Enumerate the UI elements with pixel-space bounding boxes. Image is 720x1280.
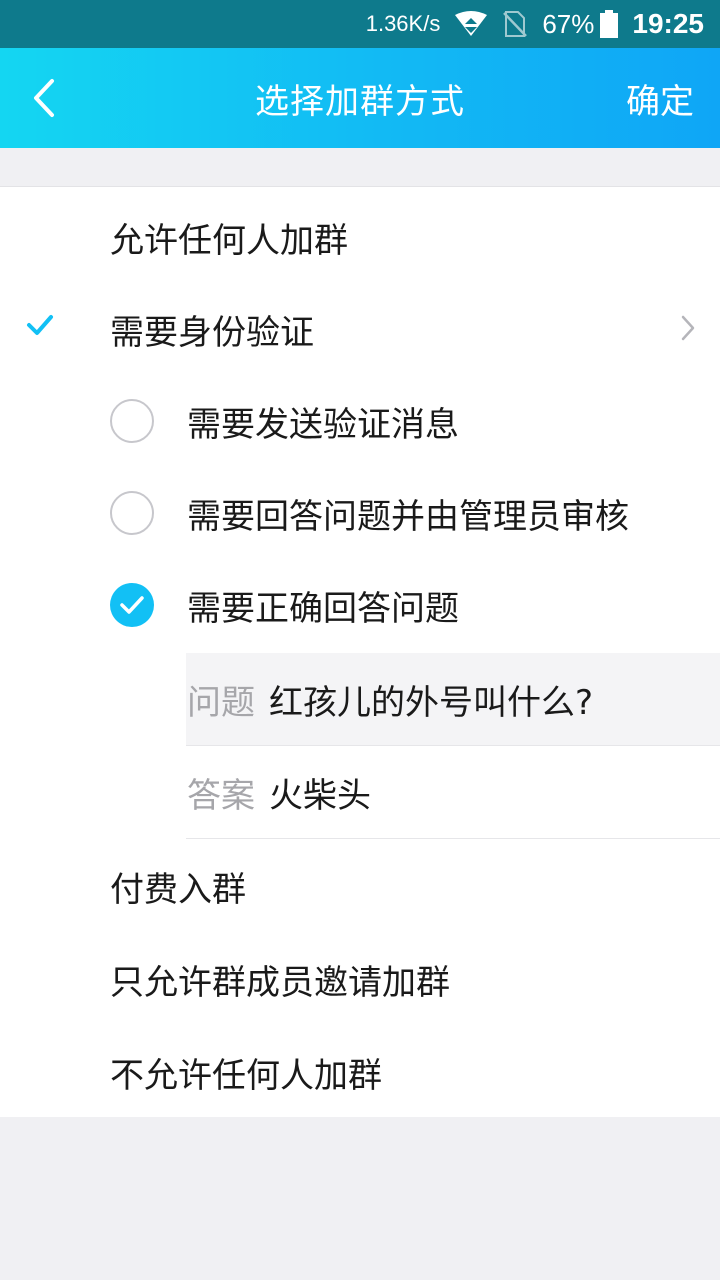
confirm-button[interactable]: 确定 (626, 48, 694, 148)
sub-option-label: 需要回答问题并由管理员审核 (187, 496, 629, 537)
chevron-right-icon (680, 313, 696, 347)
option-label: 允许任何人加群 (110, 220, 348, 261)
title-bar: 选择加群方式 确定 (0, 48, 720, 148)
radio-button[interactable] (110, 491, 154, 535)
question-key-label: 问题 (187, 682, 255, 723)
sub-option-answer-review[interactable]: 需要回答问题并由管理员审核 (0, 467, 720, 559)
question-field[interactable]: 问题 红孩儿的外号叫什么? (186, 653, 720, 745)
option-label: 需要身份验证 (110, 312, 314, 353)
answer-value[interactable]: 火柴头 (269, 768, 371, 817)
sub-option-label: 需要正确回答问题 (187, 588, 459, 629)
join-method-list: 允许任何人加群 需要身份验证 需要发送验证消息 需要回答问题并由管理员审核 需要… (0, 186, 720, 1117)
battery-percent: 67% (542, 8, 595, 39)
wifi-icon (454, 11, 488, 37)
option-no-one[interactable]: 不允许任何人加群 (0, 1026, 720, 1118)
battery-icon (600, 10, 619, 38)
sub-option-send-message[interactable]: 需要发送验证消息 (0, 375, 720, 467)
radio-button-checked[interactable] (110, 583, 154, 627)
radio-button[interactable] (110, 399, 154, 443)
page-title: 选择加群方式 (255, 81, 465, 122)
option-label: 付费入群 (110, 869, 246, 910)
option-allow-anyone[interactable]: 允许任何人加群 (0, 191, 720, 283)
checkmark-icon (26, 313, 54, 341)
sub-option-label: 需要发送验证消息 (187, 404, 459, 445)
answer-field[interactable]: 答案 火柴头 (186, 746, 720, 838)
option-invite-only[interactable]: 只允许群成员邀请加群 (0, 933, 720, 1025)
option-label: 只允许群成员邀请加群 (110, 962, 450, 1003)
no-sim-icon (502, 10, 528, 38)
network-speed: 1.36K/s (365, 11, 441, 36)
option-paid-join[interactable]: 付费入群 (0, 840, 720, 932)
answer-key-label: 答案 (187, 775, 255, 816)
clock: 19:25 (632, 8, 704, 39)
option-need-verify[interactable]: 需要身份验证 (0, 283, 720, 375)
sub-option-correct-answer[interactable]: 需要正确回答问题 (0, 559, 720, 651)
question-value[interactable]: 红孩儿的外号叫什么? (269, 675, 593, 724)
divider (186, 838, 720, 839)
checkmark-icon (120, 596, 144, 614)
option-label: 不允许任何人加群 (110, 1055, 382, 1096)
status-bar: 1.36K/s 67% 19:25 (0, 0, 720, 48)
